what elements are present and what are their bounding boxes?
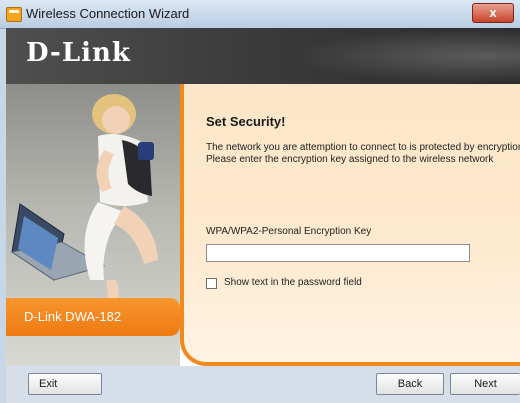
encryption-key-input[interactable] (206, 244, 470, 262)
close-button[interactable]: x (472, 3, 514, 23)
wizard-content: D-Link DWA-182 Set Security! The network… (6, 84, 520, 366)
header-highlight (290, 28, 520, 84)
security-panel: Set Security! The network you are attemp… (180, 84, 520, 366)
show-text-label[interactable]: Show text in the password field (224, 277, 362, 288)
button-bar: Exit Back Next (6, 366, 520, 403)
model-name: D-Link DWA-182 (24, 309, 122, 324)
encryption-key-label: WPA/WPA2-Personal Encryption Key (206, 226, 372, 237)
product-photo: D-Link DWA-182 (6, 84, 180, 366)
d-link-logo: D-Link (26, 38, 131, 68)
wizard-app-icon (6, 7, 22, 22)
brand-header: D-Link (6, 28, 520, 84)
title-bar: Wireless Connection Wizard x (0, 0, 520, 29)
back-button[interactable]: Back (376, 373, 444, 395)
model-badge: D-Link DWA-182 (6, 298, 180, 336)
panel-description: The network you are attemption to connec… (206, 142, 520, 165)
window-title: Wireless Connection Wizard (26, 6, 190, 21)
wizard-window: Wireless Connection Wizard x D-Link D-Li… (0, 0, 520, 403)
show-text-checkbox[interactable] (206, 278, 217, 289)
next-button[interactable]: Next (450, 373, 520, 395)
panel-title: Set Security! (206, 114, 286, 129)
exit-button[interactable]: Exit (28, 373, 102, 395)
